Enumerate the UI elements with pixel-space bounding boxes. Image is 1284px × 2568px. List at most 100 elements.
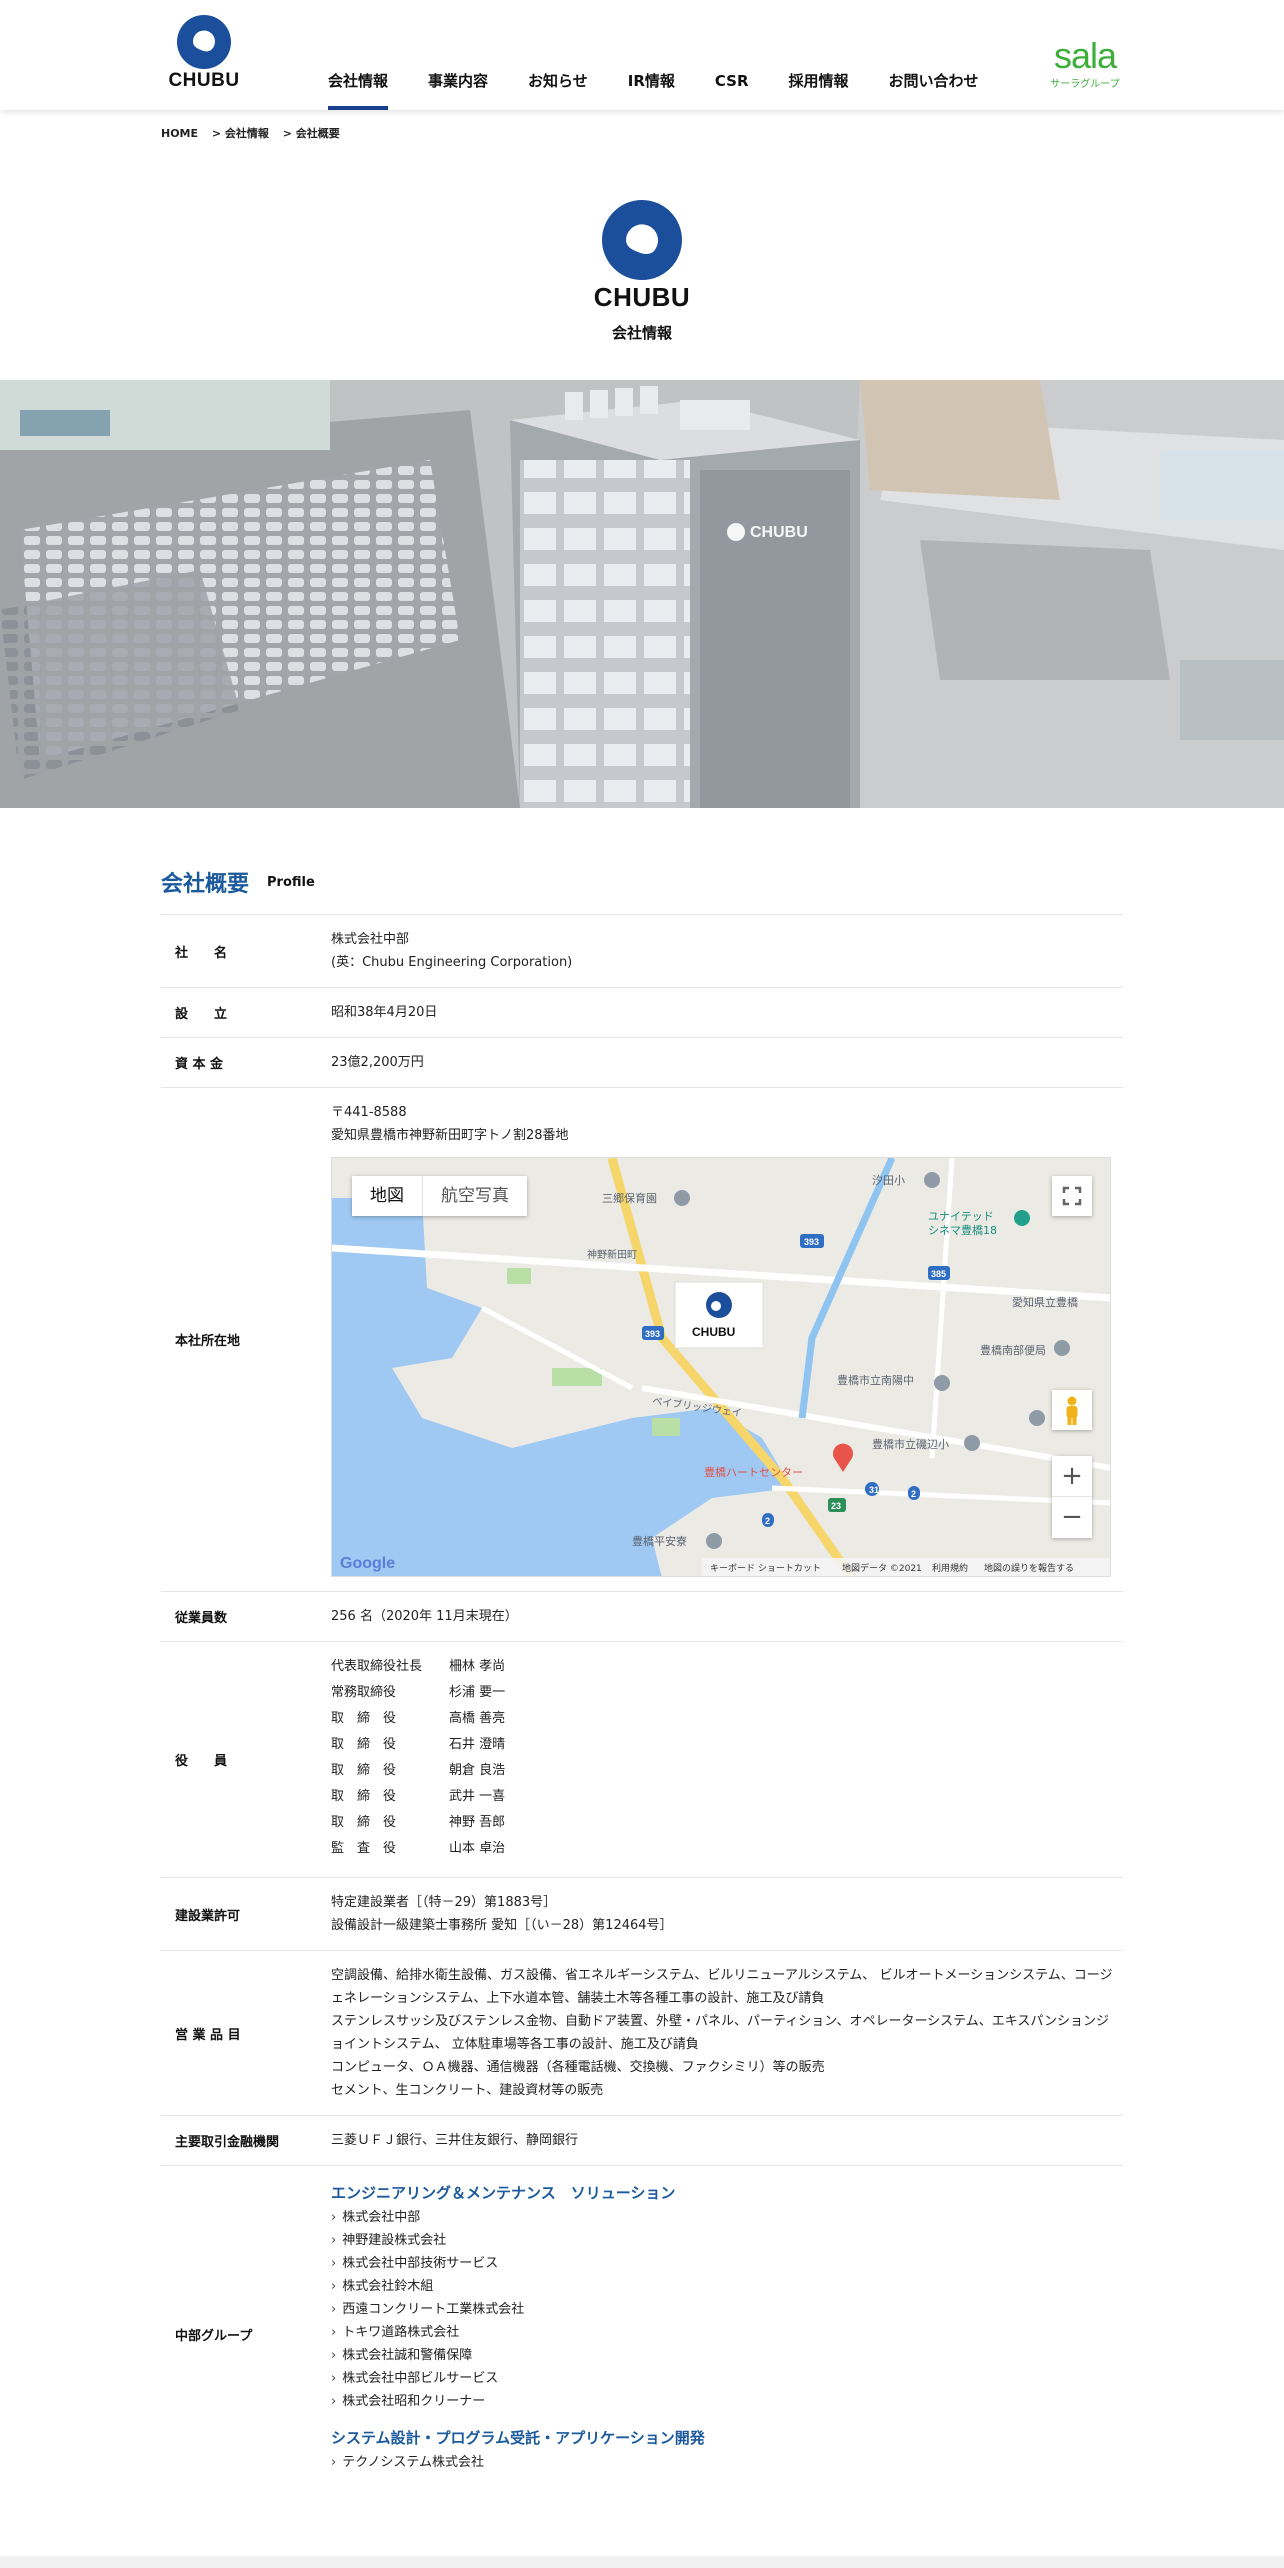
row-capital: 資 本 金 23億2,200万円 bbox=[161, 1038, 1123, 1088]
officer-row: 取 締 役 高橋 善亮 bbox=[331, 1706, 1123, 1732]
officer-name: 杉浦 要一 bbox=[449, 1685, 506, 1700]
site-header: CHUBU 会社情報 事業内容 お知らせ IR情報 CSR 採用情報 お問い合わ… bbox=[0, 0, 1284, 110]
officer-position: 代表取締役社長 bbox=[331, 1659, 423, 1674]
map-tab-map[interactable]: 地図 bbox=[352, 1176, 423, 1216]
map-label-cinema-1: ユナイテッド bbox=[928, 1210, 994, 1223]
breadcrumb-profile: > 会社概要 bbox=[282, 127, 340, 140]
footer-band bbox=[0, 2556, 1284, 2568]
officer-row: 常務取締役 杉浦 要一 bbox=[331, 1680, 1123, 1706]
company-name-jp: 株式会社中部 bbox=[331, 932, 410, 947]
officer-name: 石井 澄晴 bbox=[449, 1737, 506, 1752]
officer-name: 柵林 孝尚 bbox=[449, 1659, 506, 1674]
map-label-shiota: 汐田小 bbox=[872, 1173, 905, 1187]
map-footer-report: 地図の誤りを報告する bbox=[984, 1562, 1074, 1574]
hq-address: 愛知県豊橋市神野新田町字トノ割28番地 bbox=[331, 1128, 569, 1143]
map-label-cinema-2: シネマ豊橋18 bbox=[928, 1223, 997, 1237]
group-company-link[interactable]: 西遠コンクリート工業株式会社 bbox=[331, 2298, 1123, 2321]
row-group: 中部グループ エンジニアリング＆メンテナンス ソリューション 株式会社中部 神野… bbox=[161, 2166, 1123, 2502]
group-company-link[interactable]: テクノシステム株式会社 bbox=[331, 2451, 1123, 2474]
map-label-heianryo: 豊橋平安寮 bbox=[632, 1534, 687, 1548]
page-title: 会社情報 bbox=[611, 324, 672, 342]
officer-row: 取 締 役 神野 吾郎 bbox=[331, 1810, 1123, 1836]
map-label-nanyo-jhs: 豊橋市立南陽中 bbox=[837, 1373, 914, 1387]
group-heading-engineering: エンジニアリング＆メンテナンス ソリューション bbox=[331, 2184, 676, 2202]
map-footer-shortcuts: キーボード ショートカット bbox=[710, 1563, 821, 1574]
label-banks: 主要取引金融機関 bbox=[175, 2135, 280, 2150]
value-capital: 23億2,200万円 bbox=[331, 1055, 424, 1070]
main-nav: 会社情報 事業内容 お知らせ IR情報 CSR 採用情報 お問い合わせ bbox=[328, 62, 1019, 110]
group-company-link[interactable]: 株式会社誠和警備保障 bbox=[331, 2344, 1123, 2367]
company-name-en: (英：Chubu Engineering Corporation) bbox=[331, 955, 573, 970]
breadcrumb-company[interactable]: > 会社情報 bbox=[212, 127, 269, 140]
breadcrumb: HOME > 会社情報 > 会社概要 bbox=[161, 125, 350, 141]
label-founded: 設 立 bbox=[175, 1007, 228, 1022]
row-banks: 主要取引金融機関 三菱ＵＦＪ銀行、三井住友銀行、静岡銀行 bbox=[161, 2116, 1123, 2166]
officer-position: 常務取締役 bbox=[331, 1685, 397, 1700]
map-footer-terms: 利用規約 bbox=[932, 1562, 968, 1574]
hero-logo-text: CHUBU bbox=[593, 282, 691, 312]
sala-group-logo[interactable]: sala サーラグループ bbox=[1048, 38, 1122, 91]
group-company-link[interactable]: 株式会社昭和クリーナー bbox=[331, 2390, 1123, 2413]
map-footer-data: 地図データ ©2021 bbox=[842, 1562, 922, 1574]
product-line: セメント、生コンクリート、建設資材等の販売 bbox=[331, 2083, 604, 2098]
map-fullscreen-button[interactable] bbox=[1052, 1176, 1092, 1216]
map-marker-text: CHUBU bbox=[692, 1325, 735, 1339]
officer-position: 取 締 役 bbox=[331, 1815, 397, 1830]
section-title: 会社概要 bbox=[161, 872, 250, 897]
road-2b: 2 bbox=[765, 1516, 770, 1526]
nav-recruit[interactable]: 採用情報 bbox=[789, 62, 849, 110]
sala-logo-sub: サーラグループ bbox=[1050, 79, 1120, 90]
map-label-jinnoshinden: 神野新田町 bbox=[587, 1248, 637, 1261]
map-street-view-button[interactable] bbox=[1052, 1390, 1092, 1430]
group-company-link[interactable]: 株式会社中部ビルサービス bbox=[331, 2367, 1123, 2390]
row-founded: 設 立 昭和38年4月20日 bbox=[161, 988, 1123, 1038]
nav-news[interactable]: お知らせ bbox=[528, 62, 588, 110]
headquarters-photo-image: CHUBU bbox=[0, 380, 1284, 808]
officer-row: 取 締 役 武井 一喜 bbox=[331, 1784, 1123, 1810]
officer-name: 朝倉 良浩 bbox=[449, 1763, 506, 1778]
label-officers: 役 員 bbox=[175, 1754, 228, 1769]
map-zoom-out-button[interactable]: − bbox=[1052, 1497, 1092, 1537]
nav-csr[interactable]: CSR bbox=[715, 62, 749, 110]
group-company-link[interactable]: トキワ道路株式会社 bbox=[331, 2321, 1123, 2344]
nav-business[interactable]: 事業内容 bbox=[428, 62, 488, 110]
map-label-heart-center: 豊橋ハートセンター bbox=[704, 1465, 803, 1479]
map-canvas: 393 385 393 31 2 2 23 三郷保育園 汐田小 ユナイテッド シ… bbox=[332, 1158, 1110, 1576]
officer-position: 取 締 役 bbox=[331, 1789, 397, 1804]
officer-row: 代表取締役社長 柵林 孝尚 bbox=[331, 1654, 1123, 1680]
chubu-logo[interactable]: CHUBU bbox=[161, 14, 247, 92]
map-type-toggle: 地図 航空写真 bbox=[352, 1176, 527, 1216]
officer-position: 取 締 役 bbox=[331, 1711, 397, 1726]
group-company-link[interactable]: 株式会社中部技術サービス bbox=[331, 2252, 1123, 2275]
value-founded: 昭和38年4月20日 bbox=[331, 1005, 438, 1020]
map-zoom-in-button[interactable]: + bbox=[1052, 1456, 1092, 1497]
officer-row: 取 締 役 朝倉 良浩 bbox=[331, 1758, 1123, 1784]
nav-ir[interactable]: IR情報 bbox=[628, 62, 675, 110]
group-company-link[interactable]: 株式会社中部 bbox=[331, 2206, 1123, 2229]
breadcrumb-home[interactable]: HOME bbox=[161, 127, 198, 140]
label-employees: 従業員数 bbox=[175, 1611, 228, 1626]
map-label-sango: 三郷保育園 bbox=[602, 1191, 657, 1205]
nav-contact[interactable]: お問い合わせ bbox=[889, 62, 979, 110]
road-31: 31 bbox=[869, 1485, 879, 1495]
officer-row: 取 締 役 石井 澄晴 bbox=[331, 1732, 1123, 1758]
hq-zip: 〒441-8588 bbox=[331, 1105, 407, 1120]
road-393-a: 393 bbox=[804, 1237, 819, 1247]
value-officers: 代表取締役社長 柵林 孝尚 常務取締役 杉浦 要一 取 締 役 高橋 善亮 取 締 役… bbox=[331, 1642, 1123, 1877]
group-heading-systems: システム設計・プログラム受託・アプリケーション開発 bbox=[331, 2429, 705, 2447]
officer-position: 監 査 役 bbox=[331, 1841, 397, 1856]
headquarters-photo: CHUBU bbox=[0, 380, 1284, 808]
google-map[interactable]: 393 385 393 31 2 2 23 三郷保育園 汐田小 ユナイテッド シ… bbox=[331, 1157, 1111, 1577]
value-company-name: 株式会社中部 (英：Chubu Engineering Corporation) bbox=[331, 915, 1123, 987]
group-company-link[interactable]: 株式会社鈴木組 bbox=[331, 2275, 1123, 2298]
row-products: 営 業 品 目 空調設備、給排水衛生設備、ガス設備、省エネルギーシステム、ビルリ… bbox=[161, 1951, 1123, 2116]
group-company-link[interactable]: 神野建設株式会社 bbox=[331, 2229, 1123, 2252]
product-line: コンピュータ、ＯＡ機器、通信機器（各種電話機、交換機、ファクシミリ）等の販売 bbox=[331, 2060, 825, 2075]
map-label-nanbu-post: 豊橋南部便局 bbox=[980, 1343, 1046, 1357]
nav-company[interactable]: 会社情報 bbox=[328, 62, 389, 110]
officer-position: 取 締 役 bbox=[331, 1737, 397, 1752]
officer-name: 神野 吾郎 bbox=[449, 1815, 506, 1830]
map-tab-satellite[interactable]: 航空写真 bbox=[423, 1176, 527, 1216]
chubu-logo-icon bbox=[177, 15, 231, 69]
label-group: 中部グループ bbox=[175, 2328, 253, 2344]
